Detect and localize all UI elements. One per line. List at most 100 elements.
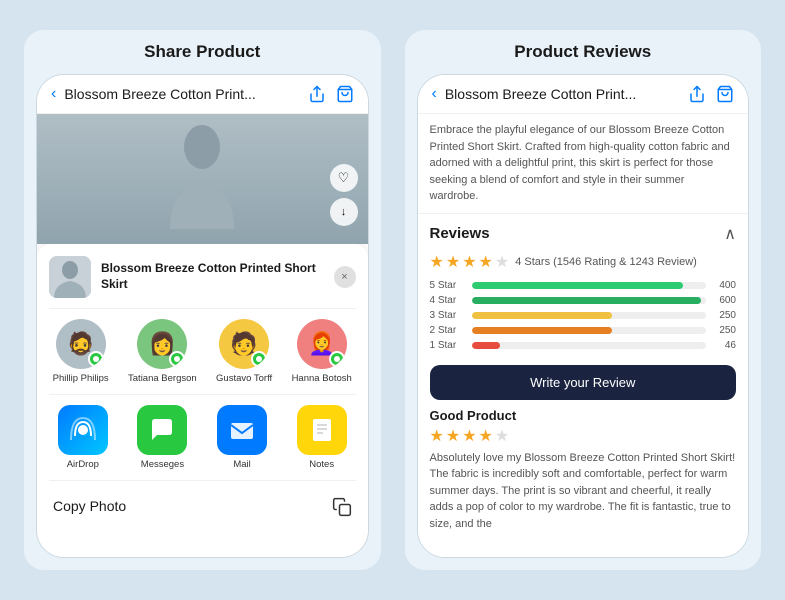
contact-name-phillip: Phillip Philips — [53, 373, 109, 384]
write-review-button[interactable]: Write your Review — [430, 365, 737, 400]
message-badge-2 — [169, 351, 185, 367]
product-title: Blossom Breeze Cotton Print... — [64, 86, 299, 102]
product-image: ♡ ↓ — [37, 114, 368, 244]
star-bars: 5 Star 400 4 Star 600 3 Star — [430, 280, 737, 351]
reviews-section: Reviews ∧ ★ ★ ★ ★ ★ 4 Stars (1546 Rating… — [418, 214, 749, 558]
share-product-row: Blossom Breeze Cotton Printed Short Skir… — [49, 256, 356, 309]
messages-app[interactable]: Messeges — [137, 405, 187, 470]
rating-text: 4 Stars (1546 Rating & 1243 Review) — [515, 256, 697, 268]
star-bar-4: 4 Star 600 — [430, 295, 737, 306]
reviews-header: Reviews ∧ — [430, 224, 737, 244]
reviews-collapse-icon[interactable]: ∧ — [724, 224, 736, 244]
star-bar-label-1: 1 Star — [430, 340, 466, 351]
star-bar-fill-3 — [472, 312, 613, 319]
star-bar-label-2: 2 Star — [430, 325, 466, 336]
notes-app[interactable]: Notes — [297, 405, 347, 470]
reviews-section-title: Reviews — [430, 225, 490, 242]
contact-name-tatiana: Tatiana Bergson — [128, 373, 197, 384]
share-product-info: Blossom Breeze Cotton Printed Short Skir… — [101, 261, 324, 292]
star-bar-1: 1 Star 46 — [430, 340, 737, 351]
copy-row[interactable]: Copy Photo — [49, 489, 356, 522]
apps-row: AirDrop Messeges — [49, 405, 356, 481]
contact-hanna[interactable]: 👩‍🦰 Hanna Botosh — [292, 319, 352, 384]
star-bar-track-4 — [472, 297, 707, 304]
product-thumbnail — [49, 256, 91, 298]
share-icon[interactable] — [308, 85, 326, 103]
star-bar-fill-4 — [472, 297, 702, 304]
notes-icon — [297, 405, 347, 455]
bag-icon[interactable] — [336, 85, 354, 103]
mail-icon — [217, 405, 267, 455]
star-bar-label-4: 4 Star — [430, 295, 466, 306]
star-bar-5: 5 Star 400 — [430, 280, 737, 291]
average-stars: ★ ★ ★ ★ ★ — [430, 252, 510, 272]
mail-app[interactable]: Mail — [217, 405, 267, 470]
reviews-back-button[interactable]: ‹ — [432, 85, 437, 103]
product-description: Embrace the playful elegance of our Blos… — [418, 114, 749, 214]
reviews-phone-header: ‹ Blossom Breeze Cotton Print... — [418, 75, 749, 114]
star-bar-label-3: 3 Star — [430, 310, 466, 321]
contact-avatar-hanna: 👩‍🦰 — [297, 319, 347, 369]
star-bar-track-3 — [472, 312, 707, 319]
contact-avatar-phillip: 🧔 — [56, 319, 106, 369]
contact-name-hanna: Hanna Botosh — [292, 373, 352, 384]
heart-button[interactable]: ♡ — [330, 164, 358, 192]
reviews-header-icons — [688, 85, 734, 103]
copy-label: Copy Photo — [53, 498, 126, 514]
star-bar-count-3: 250 — [712, 310, 736, 321]
star-bar-count-5: 400 — [712, 280, 736, 291]
share-product-panel: Share Product ‹ Blossom Breeze Cotton Pr… — [24, 30, 381, 570]
featured-review: Good Product ★ ★ ★ ★ ★ Absolutely love m… — [430, 408, 737, 533]
star-1: ★ — [430, 252, 444, 272]
reviews-product-title: Blossom Breeze Cotton Print... — [445, 86, 680, 102]
stars-summary: ★ ★ ★ ★ ★ 4 Stars (1546 Rating & 1243 Re… — [430, 252, 737, 272]
share-phone-header: ‹ Blossom Breeze Cotton Print... — [37, 75, 368, 114]
reviews-panel-title: Product Reviews — [514, 42, 651, 62]
share-phone-frame: ‹ Blossom Breeze Cotton Print... ♡ ↓ — [36, 74, 369, 558]
copy-icon — [332, 495, 352, 516]
contact-phillip[interactable]: 🧔 Phillip Philips — [53, 319, 109, 384]
star-bar-track-2 — [472, 327, 707, 334]
star-3: ★ — [462, 252, 476, 272]
share-panel-title: Share Product — [144, 42, 260, 62]
star-5: ★ — [495, 252, 509, 272]
header-icons — [308, 85, 354, 103]
star-4: ★ — [479, 252, 493, 272]
reviews-share-icon[interactable] — [688, 85, 706, 103]
message-badge-4 — [329, 351, 345, 367]
star-bar-fill-1 — [472, 342, 500, 349]
product-reviews-panel: Product Reviews ‹ Blossom Breeze Cotton … — [405, 30, 762, 570]
mail-label: Mail — [233, 459, 250, 470]
message-badge — [88, 351, 104, 367]
messages-icon — [137, 405, 187, 455]
message-badge-3 — [251, 351, 267, 367]
messages-label: Messeges — [141, 459, 184, 470]
reviews-bag-icon[interactable] — [716, 85, 734, 103]
person-image — [37, 114, 368, 244]
star-bar-count-1: 46 — [712, 340, 736, 351]
reviews-phone-frame: ‹ Blossom Breeze Cotton Print... Embrace… — [417, 74, 750, 558]
review-text: Absolutely love my Blossom Breeze Cotton… — [430, 450, 737, 533]
close-share-button[interactable]: × — [334, 266, 356, 288]
back-button[interactable]: ‹ — [51, 85, 56, 103]
star-bar-2: 2 Star 250 — [430, 325, 737, 336]
contact-avatar-tatiana: 👩 — [137, 319, 187, 369]
review-title: Good Product — [430, 408, 737, 423]
contact-tatiana[interactable]: 👩 Tatiana Bergson — [128, 319, 197, 384]
star-bar-count-2: 250 — [712, 325, 736, 336]
star-2: ★ — [446, 252, 460, 272]
contact-gustavo[interactable]: 🧑 Gustavo Torff — [216, 319, 272, 384]
star-bar-fill-5 — [472, 282, 683, 289]
review-stars: ★ ★ ★ ★ ★ — [430, 426, 737, 446]
scroll-button[interactable]: ↓ — [330, 198, 358, 226]
star-bar-fill-2 — [472, 327, 613, 334]
airdrop-app[interactable]: AirDrop — [58, 405, 108, 470]
contacts-row: 🧔 Phillip Philips 👩 Tatiana Bergson 🧑 — [49, 319, 356, 395]
share-product-name: Blossom Breeze Cotton Printed Short Skir… — [101, 261, 324, 292]
airdrop-label: AirDrop — [67, 459, 99, 470]
airdrop-icon — [58, 405, 108, 455]
star-bar-track-1 — [472, 342, 707, 349]
contact-name-gustavo: Gustavo Torff — [216, 373, 272, 384]
share-sheet: Blossom Breeze Cotton Printed Short Skir… — [37, 244, 368, 557]
contact-avatar-gustavo: 🧑 — [219, 319, 269, 369]
